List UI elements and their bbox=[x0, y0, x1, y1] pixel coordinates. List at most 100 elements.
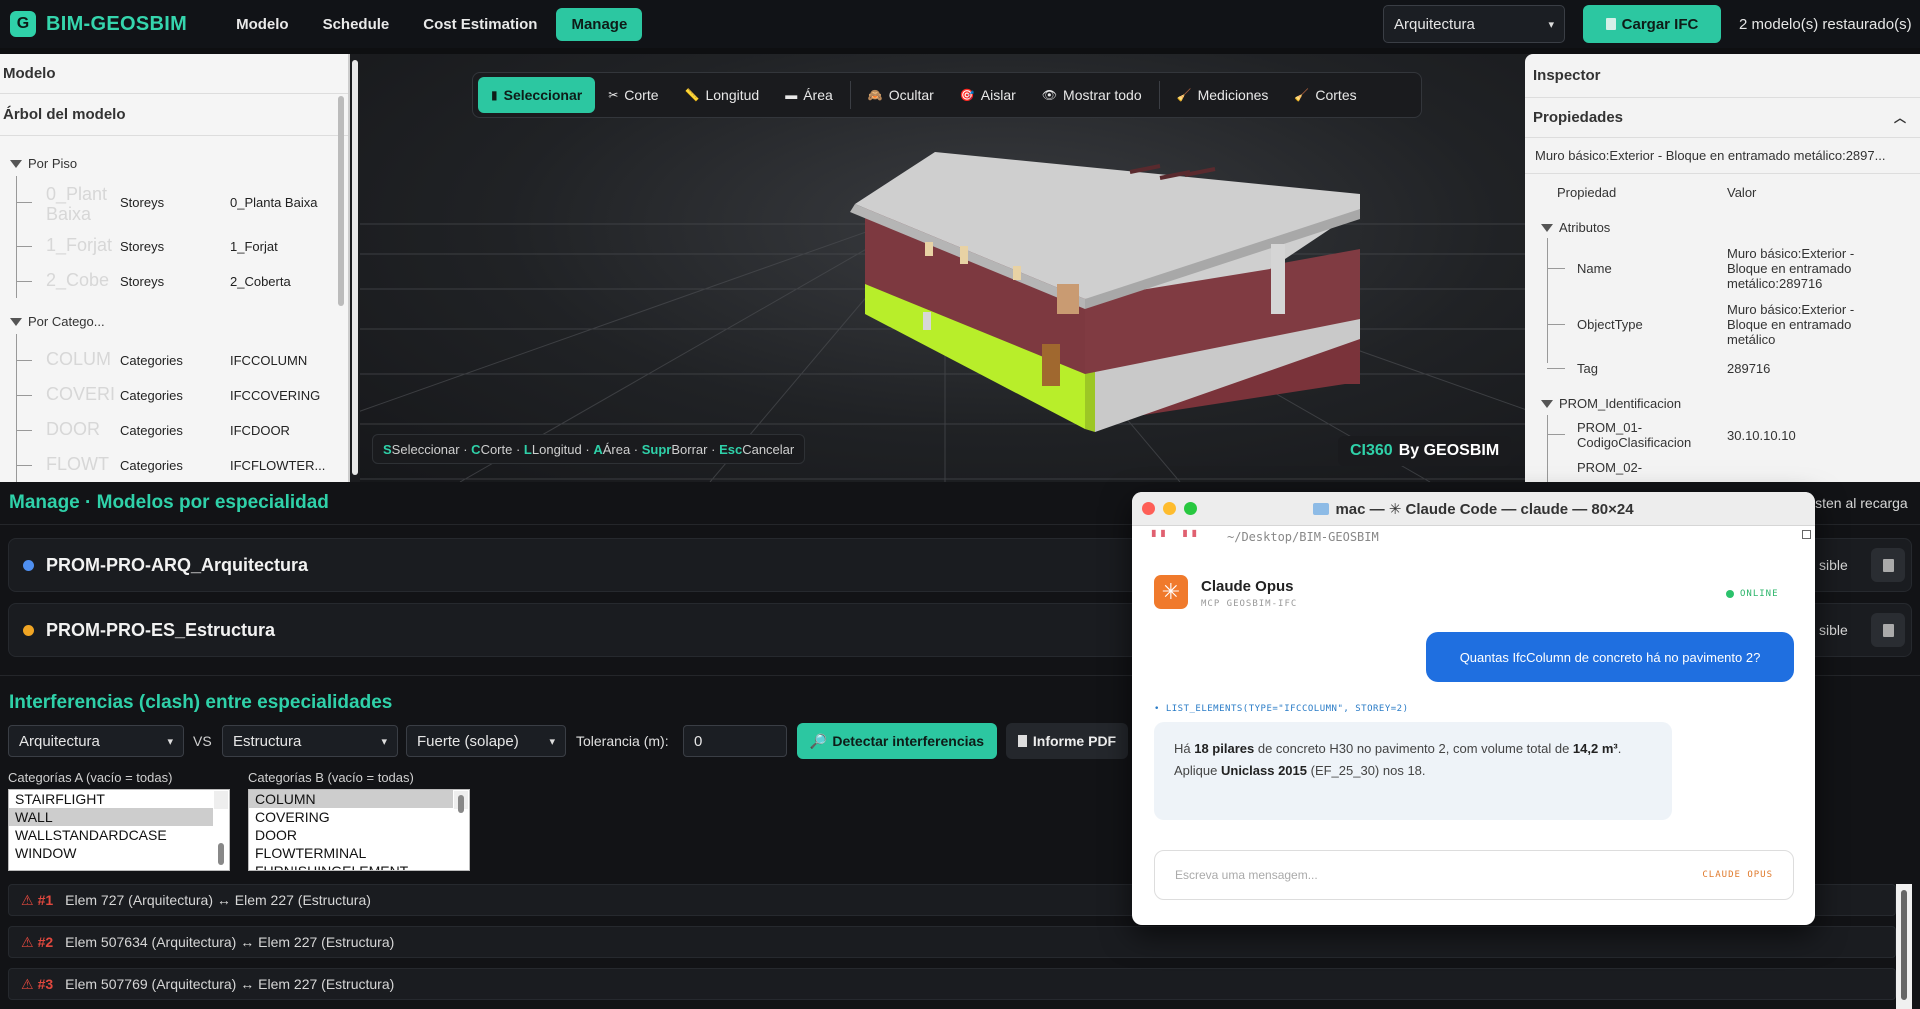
tree-group-label: Por Piso bbox=[28, 156, 78, 171]
tool-area-button[interactable]: ▬ Área bbox=[772, 77, 846, 113]
category-option[interactable]: STAIRFLIGHT bbox=[9, 790, 229, 808]
discipline-b-value: Estructura bbox=[233, 732, 302, 750]
tree-row-category[interactable]: FLOWT Categories IFCFLOWTER... bbox=[0, 451, 325, 481]
tree-branch bbox=[16, 246, 32, 247]
properties-section-header[interactable]: Propiedades ︿ bbox=[1525, 98, 1920, 138]
tool-show-all-button[interactable]: 👁 Mostrar todo bbox=[1029, 77, 1155, 113]
category-option[interactable]: COVERING bbox=[249, 808, 469, 826]
categories-b-listbox[interactable]: COLUMN COVERING DOOR FLOWTERMINAL FURNIS… bbox=[248, 789, 470, 871]
warning-icon: ⚠ bbox=[21, 975, 34, 992]
tree-row-storey[interactable]: 0_Plant Baixa Storeys 0_Planta Baixa bbox=[0, 184, 317, 224]
tolerance-input[interactable]: 0 bbox=[683, 725, 787, 757]
3d-viewport[interactable]: ▮ Seleccionar ✂ Corte 📏 Longitud ▬ Área … bbox=[360, 54, 1530, 482]
tool-isolate-button[interactable]: 🎯 Aislar bbox=[947, 77, 1029, 113]
nav-tab-cost-estimation[interactable]: Cost Estimation bbox=[408, 8, 552, 41]
category-option[interactable]: WALLSTANDARDCASE bbox=[9, 826, 229, 844]
nav-tab-schedule[interactable]: Schedule bbox=[308, 8, 405, 41]
warning-icon: ⚠ bbox=[21, 891, 34, 908]
resizer-handle[interactable] bbox=[352, 60, 358, 475]
tree-group-por-categoria[interactable]: Por Catego... bbox=[10, 314, 105, 329]
property-group-atributos[interactable]: Atributos bbox=[1541, 220, 1610, 235]
chevron-down-icon: ▾ bbox=[549, 735, 555, 748]
claude-avatar-icon: ✳ bbox=[1154, 575, 1188, 609]
tree-row-name: IFCCOLUMN bbox=[230, 353, 308, 368]
listbox-scrollbar[interactable] bbox=[214, 791, 228, 865]
category-option-selected[interactable]: COLUMN bbox=[249, 790, 453, 808]
file-icon bbox=[1605, 18, 1616, 30]
tool-hide-button[interactable]: 🙈 Ocultar bbox=[855, 77, 947, 113]
terminal-titlebar[interactable]: mac — ✳ Claude Code — claude — 80×24 bbox=[1132, 492, 1815, 526]
categories-a-listbox[interactable]: STAIRFLIGHT WALL WALLSTANDARDCASE WINDOW bbox=[8, 789, 230, 871]
tree-group-por-piso[interactable]: Por Piso bbox=[10, 156, 77, 171]
message-input[interactable]: Escreva uma mensagem... CLAUDE OPUS bbox=[1154, 850, 1794, 900]
properties-table-header: Propiedad Valor bbox=[1525, 174, 1920, 210]
tool-measurements-button[interactable]: 🧹 Mediciones bbox=[1164, 77, 1282, 113]
reply-bold: 14,2 m³ bbox=[1572, 741, 1618, 756]
window-controls bbox=[1142, 502, 1197, 515]
tree-row-storey[interactable]: 1_Forjat Storeys 1_Forjat bbox=[0, 232, 300, 262]
tree-row-category[interactable]: COVERI Categories IFCCOVERING bbox=[0, 381, 320, 411]
detect-clashes-button[interactable]: 🔎 Detectar interferencias bbox=[797, 723, 997, 759]
brand[interactable]: G BIM-GEOSBIM bbox=[10, 11, 187, 37]
hint-text: Seleccionar bbox=[391, 441, 460, 457]
delete-model-button[interactable] bbox=[1871, 613, 1905, 647]
pdf-report-label: Informe PDF bbox=[1032, 733, 1117, 749]
clash-row[interactable]: ⚠ #2 Elem 507634 (Arquitectura) ↔ Elem 2… bbox=[8, 926, 1896, 958]
tree-row-category[interactable]: COLUM Categories IFCCOLUMN bbox=[0, 346, 307, 376]
property-group-prom-identificacion[interactable]: PROM_Identificacion bbox=[1541, 396, 1681, 411]
delete-model-button[interactable] bbox=[1871, 548, 1905, 582]
model-panel-title: Modelo bbox=[0, 54, 348, 94]
scroll-thumb[interactable] bbox=[1901, 890, 1907, 1000]
search-icon: 🔎 bbox=[809, 732, 828, 749]
claude-code-terminal-window[interactable]: mac — ✳ Claude Code — claude — 80×24 ▘▘ … bbox=[1132, 492, 1815, 925]
category-option[interactable]: FLOWTERMINAL bbox=[249, 844, 469, 862]
clash-row[interactable]: ⚠ #3 Elem 507769 (Arquitectura) ↔ Elem 2… bbox=[8, 968, 1896, 1000]
visible-toggle-label[interactable]: sible bbox=[1819, 557, 1848, 573]
clash-text: Elem 507769 (Arquitectura) ↔ Elem 227 (E… bbox=[65, 976, 395, 992]
category-option[interactable]: WINDOW bbox=[9, 844, 229, 862]
pdf-report-button[interactable]: Informe PDF bbox=[1006, 723, 1128, 759]
tool-length-button[interactable]: 📏 Longitud bbox=[672, 77, 773, 113]
scroll-thumb[interactable] bbox=[458, 795, 464, 813]
terminal-scrollbar[interactable] bbox=[1800, 528, 1812, 923]
load-ifc-button[interactable]: Cargar IFC bbox=[1583, 5, 1721, 43]
category-option[interactable]: DOOR bbox=[249, 826, 469, 844]
discipline-a-select[interactable]: Arquitectura ▾ bbox=[8, 725, 184, 757]
visible-toggle-label[interactable]: sible bbox=[1819, 622, 1848, 638]
tree-row-type: Categories bbox=[120, 388, 183, 403]
page-scrollbar[interactable] bbox=[1896, 884, 1912, 1009]
tree-branch bbox=[1547, 434, 1565, 435]
tree-row-name: IFCCOVERING bbox=[230, 388, 321, 403]
building-model[interactable] bbox=[850, 152, 1360, 432]
brand-name: BIM-GEOSBIM bbox=[46, 12, 188, 35]
close-window-button[interactable] bbox=[1142, 502, 1155, 515]
viewport-canvas[interactable] bbox=[360, 54, 1530, 482]
hint-key: S bbox=[383, 441, 392, 457]
category-option[interactable]: FURNISHINGELEMENT bbox=[249, 862, 469, 870]
tree-branch bbox=[16, 360, 32, 361]
nav-tab-manage[interactable]: Manage bbox=[556, 7, 643, 41]
discipline-b-select[interactable]: Estructura ▾ bbox=[222, 725, 398, 757]
listbox-scrollbar[interactable] bbox=[454, 791, 468, 813]
scroll-thumb[interactable] bbox=[218, 843, 224, 865]
tree-row-type: Storeys bbox=[120, 195, 165, 210]
category-option-selected[interactable]: WALL bbox=[9, 808, 213, 826]
zoom-window-button[interactable] bbox=[1184, 502, 1197, 515]
manage-title: Manage · Modelos por especialidad bbox=[9, 492, 329, 513]
model-panel-scrollbar[interactable] bbox=[338, 96, 344, 306]
chevron-down-icon: ▾ bbox=[167, 735, 173, 748]
panel-resizer[interactable] bbox=[350, 54, 360, 482]
tool-select-button[interactable]: ▮ Seleccionar bbox=[478, 77, 596, 113]
minimize-window-button[interactable] bbox=[1163, 502, 1176, 515]
shortcut-hints: S Seleccionar · C Corte · L Longitud · A… bbox=[372, 434, 806, 464]
nav-tab-modelo[interactable]: Modelo bbox=[221, 8, 304, 41]
tool-sections-button[interactable]: 🧹 Cortes bbox=[1281, 77, 1369, 113]
tree-row-category[interactable]: DOOR Categories IFCDOOR bbox=[0, 416, 300, 446]
clash-mode-select[interactable]: Fuerte (solape) ▾ bbox=[406, 725, 566, 757]
caret-down-icon bbox=[10, 159, 22, 168]
discipline-select[interactable]: Arquitectura ▾ bbox=[1383, 5, 1565, 43]
online-status: ONLINE bbox=[1726, 589, 1779, 599]
tool-cut-button[interactable]: ✂ Corte bbox=[595, 77, 671, 113]
chevron-up-icon[interactable]: ︿ bbox=[1894, 109, 1906, 126]
tree-row-storey[interactable]: 2_Cobe Storeys 2_Coberta bbox=[0, 267, 300, 297]
